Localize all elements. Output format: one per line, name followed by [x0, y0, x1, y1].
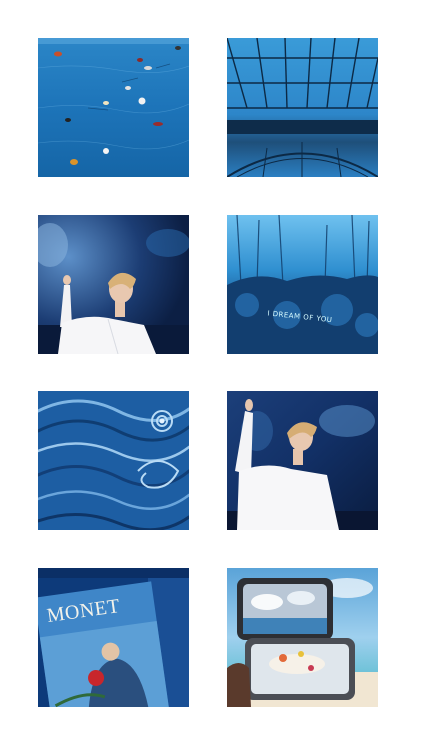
photo-tile-glass-greenhouse[interactable]: [227, 38, 378, 177]
glass-greenhouse-image: [227, 38, 378, 177]
photo-tile-dream-forest[interactable]: I DREAM OF YOU: [227, 215, 378, 354]
photo-tile-underwater-petals[interactable]: [38, 38, 189, 177]
photo-tile-portrait-reaching-1[interactable]: [38, 215, 189, 354]
dream-forest-image: I DREAM OF YOU: [227, 215, 378, 354]
photo-tile-portrait-reaching-2[interactable]: [227, 391, 378, 530]
monet-book-image: MONET: [38, 568, 189, 707]
underwater-petals-image: [38, 38, 189, 177]
portrait-reaching-image-1: [38, 215, 189, 354]
portrait-reaching-image-2: [227, 391, 378, 530]
sky-tin-box-image: [227, 568, 378, 707]
photo-tile-starry-night[interactable]: [38, 391, 189, 530]
starry-night-image: [38, 391, 189, 530]
photo-tile-monet-book[interactable]: MONET: [38, 568, 189, 707]
photo-tile-sky-tin-box[interactable]: [227, 568, 378, 707]
